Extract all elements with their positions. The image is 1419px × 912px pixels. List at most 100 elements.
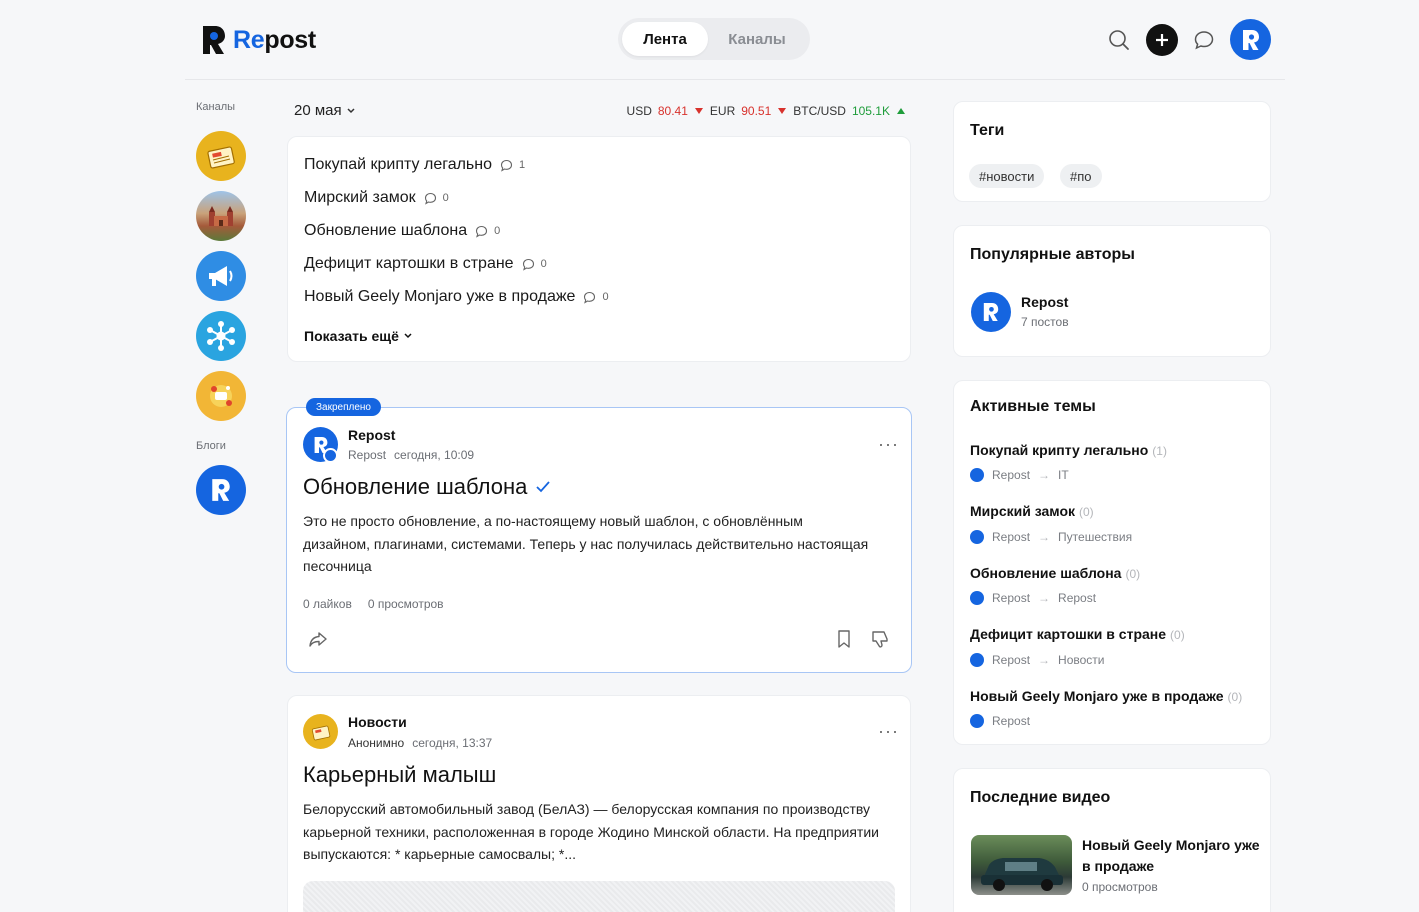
date-rates-bar: 20 мая USD 80.41 EUR 90.51 BTC/USD 105.1… xyxy=(294,100,906,122)
chevron-down-icon xyxy=(404,333,412,339)
author-avatar[interactable] xyxy=(971,292,1011,332)
latest-videos-title: Последние видео xyxy=(970,789,1111,806)
newspaper-icon xyxy=(207,146,235,169)
repost-mini-icon xyxy=(970,591,984,605)
arrow-down-icon xyxy=(778,108,787,114)
comment-icon xyxy=(424,192,436,205)
car-thumbnail-icon xyxy=(981,858,1063,891)
repost-logo[interactable]: Repost xyxy=(199,24,316,56)
post-meta: Анонимно сегодня, 13:37 xyxy=(348,736,492,750)
megaphone-channel-avatar[interactable] xyxy=(196,251,246,301)
comment-icon xyxy=(522,258,534,271)
dislike-button[interactable] xyxy=(869,628,891,650)
network-channel-avatar[interactable] xyxy=(196,311,246,361)
food-icon xyxy=(210,385,232,407)
arrow-up-icon xyxy=(897,108,905,114)
post-time: сегодня, 10:09 xyxy=(394,448,475,462)
video-views: 0 просмотров xyxy=(1082,880,1158,894)
comment-count: 0 xyxy=(424,192,449,205)
news-channel-avatar[interactable] xyxy=(196,131,246,181)
topic-link[interactable]: Новый Geely Monjaro уже в продаже 0 xyxy=(304,288,609,306)
show-more-button[interactable]: Показать ещё xyxy=(304,328,413,344)
active-topic-link[interactable]: Покупай крипту легально (1) xyxy=(970,442,1167,458)
post-author-avatar[interactable] xyxy=(303,714,338,749)
channel-mini-avatar xyxy=(323,448,338,463)
topic-title: Дефицит картошки в стране xyxy=(304,255,514,272)
usd-label: USD xyxy=(626,104,652,118)
top-header: Repost Лента Каналы xyxy=(185,0,1285,80)
active-topic-link[interactable]: Новый Geely Monjaro уже в продаже (0) xyxy=(970,688,1242,704)
btc-label: BTC/USD xyxy=(793,104,846,118)
bookmark-button[interactable] xyxy=(833,628,855,650)
channels-label: Каналы xyxy=(196,101,236,113)
messages-button[interactable] xyxy=(1188,24,1220,56)
tab-feed[interactable]: Лента xyxy=(622,22,708,56)
profile-avatar[interactable] xyxy=(1230,19,1271,60)
active-topic-meta: Repost xyxy=(970,714,1030,728)
video-title[interactable]: Новый Geely Monjaro уже в продаже xyxy=(1082,835,1260,877)
repost-blog-avatar[interactable] xyxy=(196,465,246,515)
chevron-down-icon xyxy=(347,108,355,114)
eur-value: 90.51 xyxy=(741,104,772,118)
verified-check-icon xyxy=(536,481,551,493)
author-name[interactable]: Repost xyxy=(1021,294,1068,310)
megaphone-icon xyxy=(209,266,233,286)
btc-value: 105.1K xyxy=(851,104,890,118)
topic-title: Обновление шаблона xyxy=(304,222,468,239)
video-thumbnail[interactable] xyxy=(971,835,1072,895)
castle-icon xyxy=(209,206,233,226)
author-posts: 7 постов xyxy=(1021,315,1069,329)
post-author-name[interactable]: Новости xyxy=(348,714,407,730)
post-channel: Анонимно xyxy=(348,736,405,750)
tag-chip[interactable]: #по xyxy=(1060,164,1102,188)
create-post-button[interactable] xyxy=(1146,24,1178,56)
plus-icon xyxy=(1156,34,1168,46)
repost-mini-icon xyxy=(970,530,984,544)
active-topic-link[interactable]: Дефицит картошки в стране (0) xyxy=(970,626,1185,642)
share-button[interactable] xyxy=(307,628,329,650)
repost-avatar-icon xyxy=(1242,29,1259,50)
topic-link[interactable]: Покупай крипту легально 1 xyxy=(304,156,525,174)
comment-count: 0 xyxy=(522,258,547,271)
comment-count: 0 xyxy=(475,225,500,238)
post-menu-button[interactable]: ··· xyxy=(878,434,899,455)
feed-switch: Лента Каналы xyxy=(618,18,810,60)
comment-icon xyxy=(584,291,596,304)
post-channel[interactable]: Repost xyxy=(348,448,386,462)
active-topics-title: Активные темы xyxy=(970,398,1096,415)
bookmark-icon xyxy=(838,630,850,648)
travel-channel-avatar[interactable] xyxy=(196,191,246,241)
food-channel-avatar[interactable] xyxy=(196,371,246,421)
currency-rates: USD 80.41 EUR 90.51 BTC/USD 105.1K xyxy=(627,104,906,118)
repost-logo-icon xyxy=(983,303,999,321)
chat-icon xyxy=(1194,31,1214,50)
latest-videos-card: Последние видео Новый Geely Monjaro уже … xyxy=(953,768,1271,912)
topic-title: Мирский замок xyxy=(304,189,416,206)
post-title[interactable]: Карьерный малыш xyxy=(303,762,496,788)
comment-icon xyxy=(476,225,488,238)
search-button[interactable] xyxy=(1103,24,1135,56)
post-image[interactable] xyxy=(303,881,895,912)
topic-link[interactable]: Дефицит картошки в стране 0 xyxy=(304,255,547,273)
repost-mini-icon xyxy=(970,468,984,482)
popular-authors-card: Популярные авторы Repost 7 постов xyxy=(953,225,1271,357)
active-topic-link[interactable]: Обновление шаблона (0) xyxy=(970,565,1140,581)
tag-chip[interactable]: #новости xyxy=(969,164,1045,188)
post-title[interactable]: Обновление шаблона xyxy=(303,474,551,500)
topic-link[interactable]: Мирский замок 0 xyxy=(304,189,449,207)
active-topic-meta: Repost → Путешествия xyxy=(970,530,1132,544)
comment-icon xyxy=(500,159,513,172)
topic-link[interactable]: Обновление шаблона 0 xyxy=(304,222,500,240)
tab-channels[interactable]: Каналы xyxy=(708,22,806,56)
active-topic-meta: Repost → Repost xyxy=(970,591,1096,605)
active-topic-link[interactable]: Мирский замок (0) xyxy=(970,503,1094,519)
newspaper-icon xyxy=(311,725,330,740)
post-author-name[interactable]: Repost xyxy=(348,427,395,443)
post-menu-button[interactable]: ··· xyxy=(878,721,899,742)
repost-logo-icon xyxy=(203,26,225,54)
logo-text: Repost xyxy=(233,25,316,54)
latest-topics-card: Покупай крипту легально 1 Мирский замок … xyxy=(287,136,911,362)
comment-count: 0 xyxy=(583,291,609,304)
tags-card: Теги #новости #по xyxy=(953,101,1271,202)
date-selector[interactable]: 20 мая xyxy=(294,102,356,119)
